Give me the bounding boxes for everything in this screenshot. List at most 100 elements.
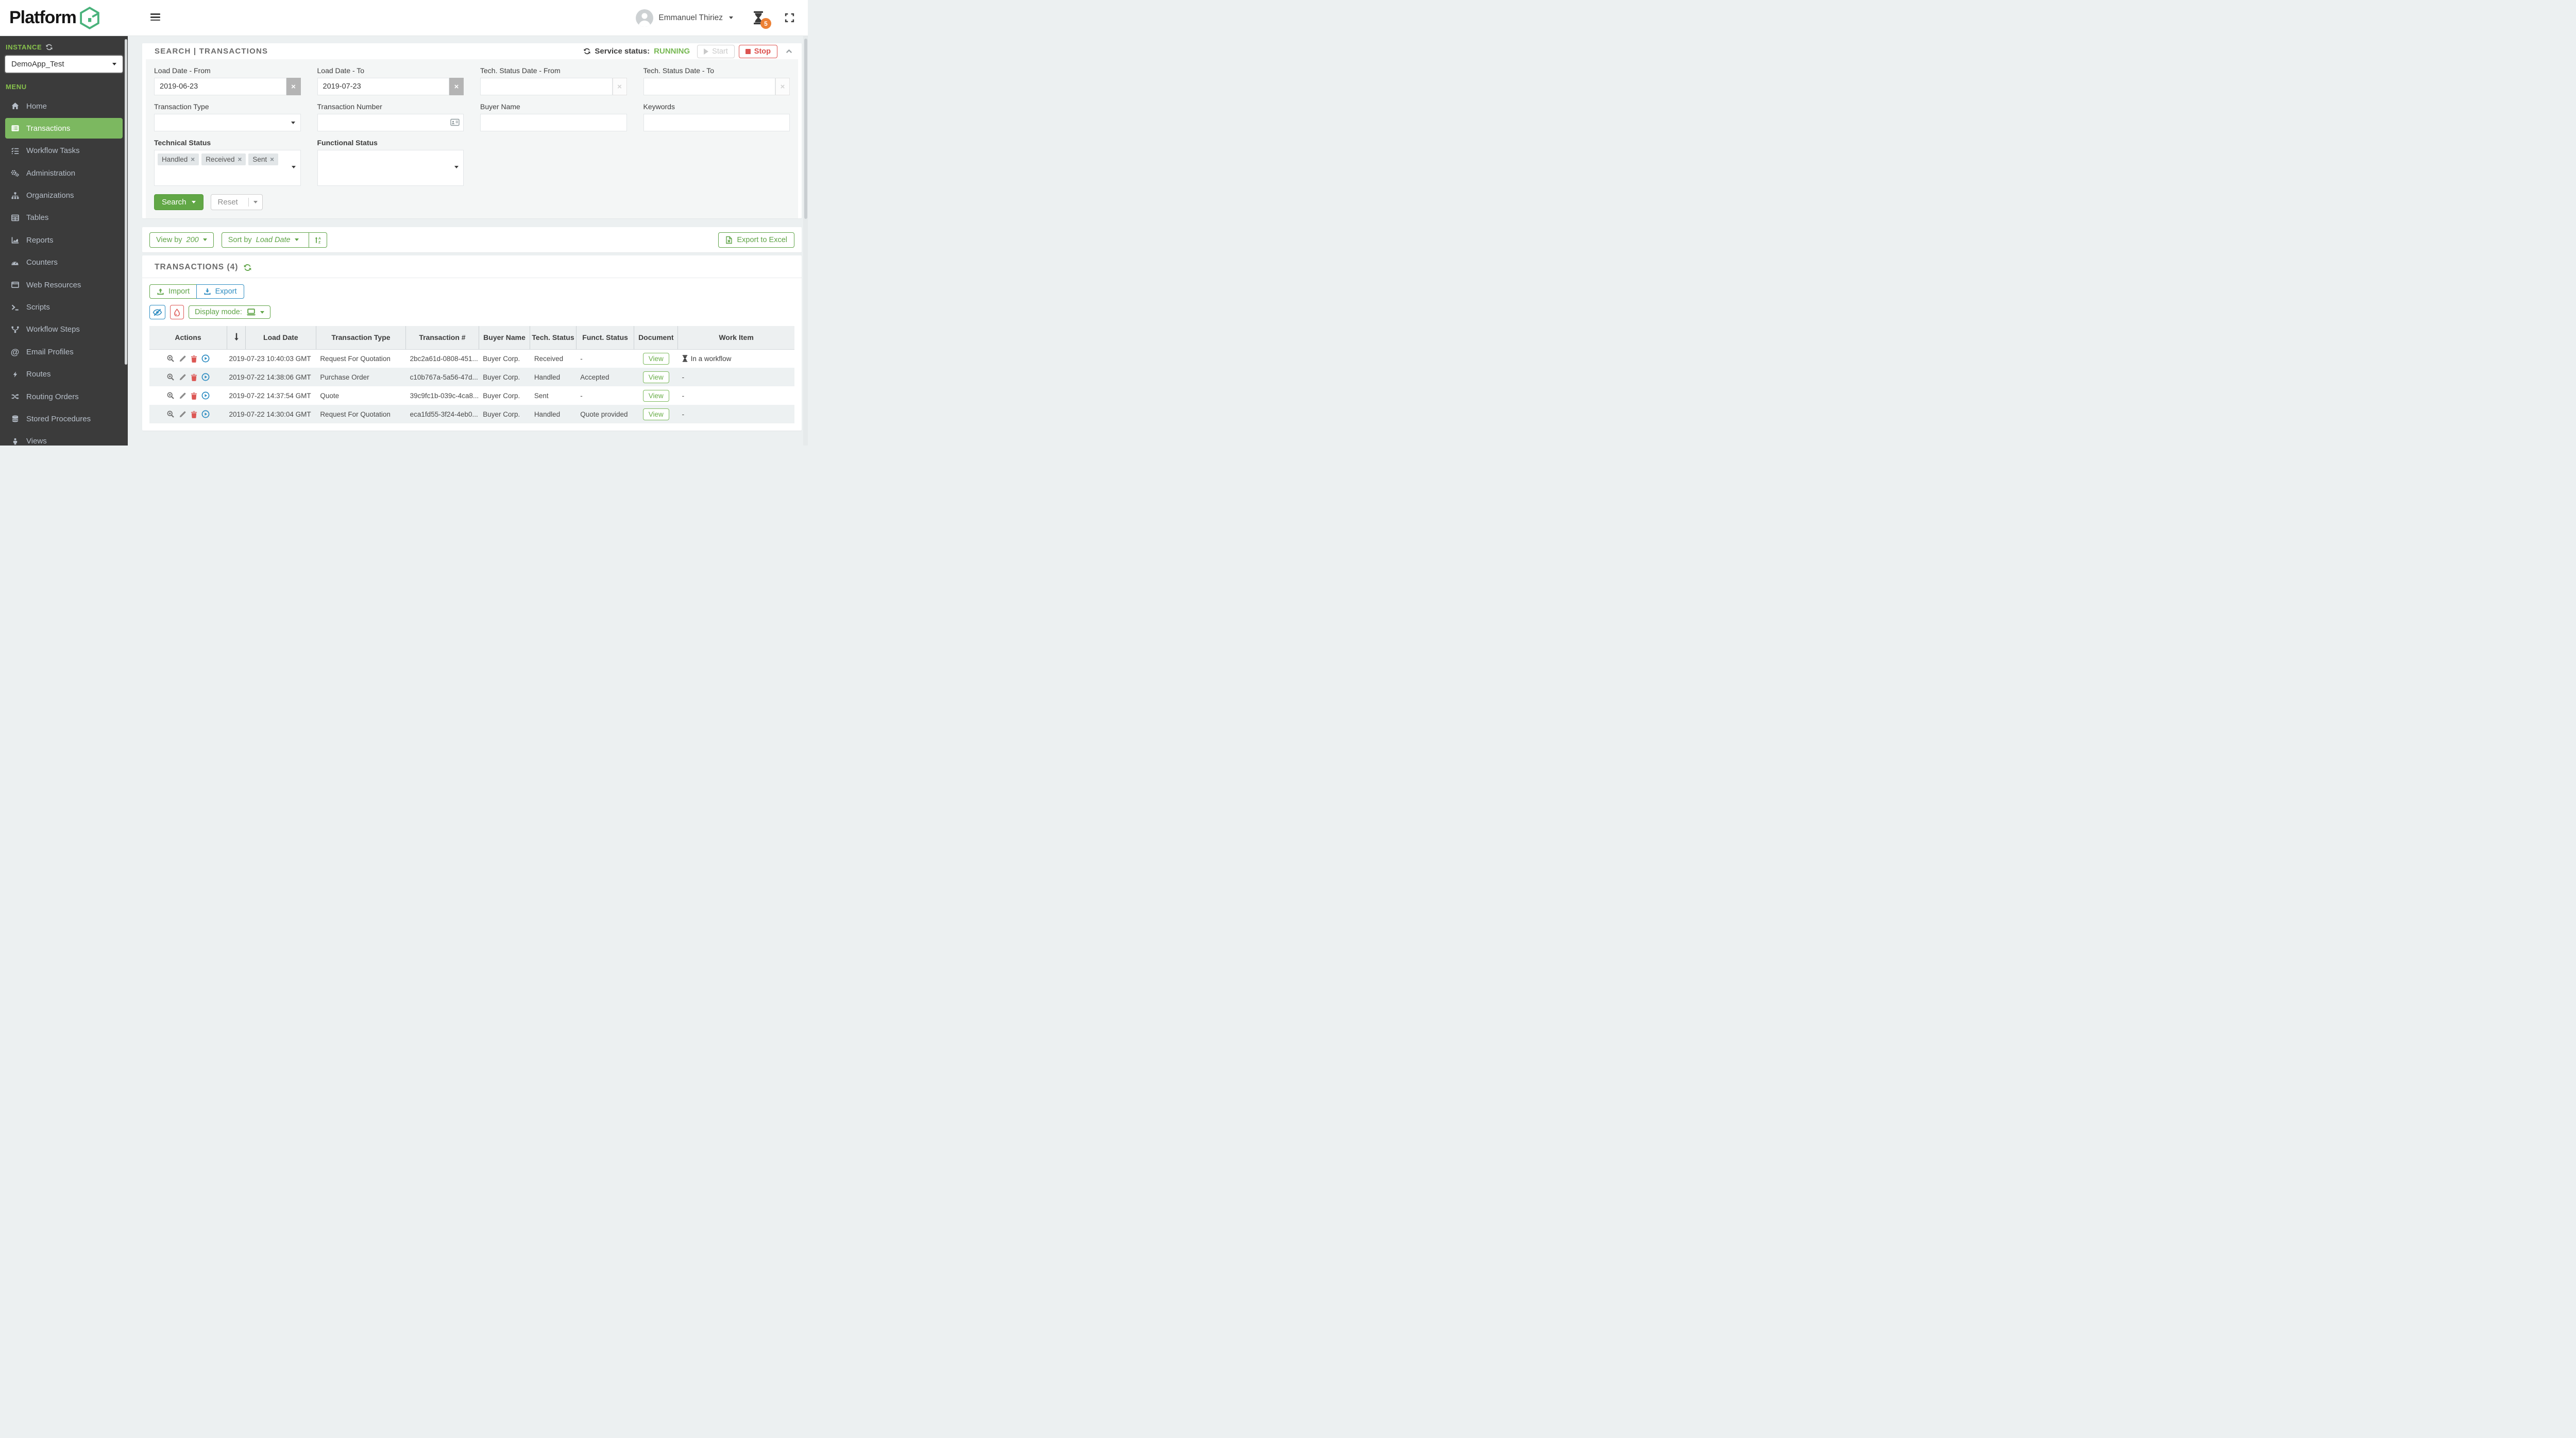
transaction-number-input[interactable] xyxy=(317,114,464,131)
view-document-button[interactable]: View xyxy=(642,371,669,383)
start-service-button[interactable]: Start xyxy=(697,44,735,58)
sidebar-item-counters[interactable]: Counters xyxy=(5,252,123,273)
sidebar-item-workflow-steps[interactable]: Workflow Steps xyxy=(5,319,123,340)
delete-trash-icon[interactable] xyxy=(191,355,197,363)
service-refresh-icon[interactable] xyxy=(583,47,591,55)
view-document-button[interactable]: View xyxy=(642,408,669,420)
transaction-type-select[interactable] xyxy=(154,114,301,131)
sidebar-item-administration[interactable]: Administration xyxy=(5,163,123,183)
edit-pencil-icon[interactable] xyxy=(179,355,187,363)
view-by-button[interactable]: View by 200 xyxy=(149,232,214,248)
edit-pencil-icon[interactable] xyxy=(179,410,187,418)
sidebar-item-web-resources[interactable]: Web Resources xyxy=(5,275,123,295)
tech-status-date-to-input[interactable] xyxy=(643,78,775,95)
export-to-excel-button[interactable]: Export to Excel xyxy=(718,232,794,248)
instance-selector[interactable]: DemoApp_Test xyxy=(5,56,123,73)
load-date-from-input[interactable] xyxy=(154,78,286,95)
buyer-name-input[interactable] xyxy=(480,114,627,131)
functional-status-multiselect[interactable] xyxy=(317,150,464,186)
view-details-magnifier-icon[interactable] xyxy=(166,373,175,381)
view-details-magnifier-icon[interactable] xyxy=(166,354,175,363)
search-transactions-panel: SEARCH | TRANSACTIONS Service status: RU… xyxy=(142,43,802,218)
run-play-icon[interactable] xyxy=(201,373,210,381)
status-tag: Handled xyxy=(158,153,199,165)
sidebar-item-routes[interactable]: Routes xyxy=(5,364,123,385)
run-play-icon[interactable] xyxy=(201,410,210,418)
instance-refresh-icon[interactable] xyxy=(45,43,53,51)
table-row[interactable]: 2019-07-23 10:40:03 GMT Request For Quot… xyxy=(149,349,794,368)
view-by-caret-icon xyxy=(202,238,207,241)
delete-trash-icon[interactable] xyxy=(191,392,197,400)
column-header-transaction-type[interactable]: Transaction Type xyxy=(315,326,406,350)
reset-options-caret-icon[interactable] xyxy=(248,198,262,207)
clear-load-date-to-button[interactable] xyxy=(449,78,464,95)
reset-button[interactable]: Reset xyxy=(210,194,263,210)
remove-tag-icon[interactable] xyxy=(191,156,195,163)
view-document-button[interactable]: View xyxy=(642,352,669,365)
search-button[interactable]: Search xyxy=(154,194,204,210)
column-header-transaction-number[interactable]: Transaction # xyxy=(405,326,479,350)
display-mode-button[interactable]: Display mode: xyxy=(189,305,270,319)
collapse-panel-chevron-up-icon[interactable] xyxy=(785,47,793,56)
column-header-load-date[interactable]: Load Date xyxy=(245,326,316,350)
sidebar-item-views[interactable]: Views xyxy=(5,431,123,446)
column-header-funct-status[interactable]: Funct. Status xyxy=(575,326,634,350)
svg-text:A: A xyxy=(318,237,321,241)
sidebar-item-reports[interactable]: Reports xyxy=(5,230,123,250)
delete-trash-icon[interactable] xyxy=(191,410,197,418)
column-header-tech-status[interactable]: Tech. Status xyxy=(530,326,577,350)
page-scrollbar[interactable] xyxy=(803,36,808,446)
sidebar-item-routing-orders[interactable]: Routing Orders xyxy=(5,386,123,407)
tech-status-date-from-input[interactable] xyxy=(480,78,613,95)
fullscreen-icon[interactable] xyxy=(785,13,794,23)
cell-funct-status: Quote provided xyxy=(580,410,628,418)
hide-columns-button[interactable] xyxy=(149,305,165,319)
transactions-refresh-icon[interactable] xyxy=(243,263,252,272)
sidebar-item-organizations[interactable]: Organizations xyxy=(5,185,123,206)
avatar[interactable] xyxy=(636,9,654,27)
user-name[interactable]: Emmanuel Thiriez xyxy=(658,13,723,23)
view-details-magnifier-icon[interactable] xyxy=(166,410,175,418)
view-document-button[interactable]: View xyxy=(642,389,669,402)
pending-tasks-button[interactable]: 5 xyxy=(753,11,771,29)
column-header-buyer-name[interactable]: Buyer Name xyxy=(478,326,530,350)
eraser-icon xyxy=(174,308,180,316)
menu-toggle-hamburger-icon[interactable] xyxy=(150,13,160,23)
technical-status-multiselect[interactable]: Handled Received Sent xyxy=(154,150,301,186)
contact-card-icon[interactable] xyxy=(450,118,460,126)
sidebar-item-stored-procedures[interactable]: Stored Procedures xyxy=(5,408,123,429)
sidebar-item-home[interactable]: Home xyxy=(5,96,123,116)
stop-service-button[interactable]: Stop xyxy=(738,44,777,58)
page-scrollbar-thumb[interactable] xyxy=(804,39,807,219)
sidebar-item-workflow-tasks[interactable]: Workflow Tasks xyxy=(5,141,123,161)
run-play-icon[interactable] xyxy=(201,391,210,400)
sidebar-item-email-profiles[interactable]: @ Email Profiles xyxy=(5,341,123,362)
sort-by-button[interactable]: Sort by Load Date A Z xyxy=(221,232,327,248)
clear-filters-button[interactable] xyxy=(170,305,184,319)
table-row[interactable]: 2019-07-22 14:37:54 GMT Quote 39c9fc1b-0… xyxy=(149,386,794,405)
clear-load-date-from-button[interactable] xyxy=(286,78,301,95)
sidebar-item-scripts[interactable]: Scripts xyxy=(5,297,123,318)
clear-x-icon xyxy=(617,82,622,91)
load-date-to-input[interactable] xyxy=(317,78,449,95)
remove-tag-icon[interactable] xyxy=(270,156,274,163)
view-details-magnifier-icon[interactable] xyxy=(166,391,175,400)
edit-pencil-icon[interactable] xyxy=(179,373,187,381)
sidebar-item-tables[interactable]: Tables xyxy=(5,208,123,228)
table-row[interactable]: 2019-07-22 14:38:06 GMT Purchase Order c… xyxy=(149,368,794,386)
table-row[interactable]: 2019-07-22 14:30:04 GMT Request For Quot… xyxy=(149,405,794,423)
keywords-field: Keywords xyxy=(643,102,790,131)
import-button[interactable]: Import xyxy=(149,284,197,299)
edit-pencil-icon[interactable] xyxy=(179,392,187,400)
delete-trash-icon[interactable] xyxy=(191,373,197,381)
sort-direction-icon[interactable]: A Z xyxy=(308,232,327,247)
remove-tag-icon[interactable] xyxy=(238,156,242,163)
sidebar-item-transactions[interactable]: Transactions xyxy=(5,118,123,139)
cell-buyer-name: Buyer Corp. xyxy=(483,410,520,418)
user-menu-caret-icon[interactable] xyxy=(729,16,733,19)
run-play-icon[interactable] xyxy=(201,354,210,363)
export-button[interactable]: Export xyxy=(196,284,244,299)
clear-tech-status-date-to-button xyxy=(775,78,790,95)
keywords-input[interactable] xyxy=(643,114,790,131)
sidebar-scrollbar[interactable] xyxy=(125,39,127,365)
